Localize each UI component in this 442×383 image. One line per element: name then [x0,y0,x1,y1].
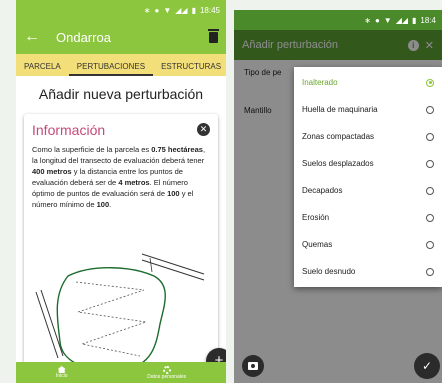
bluetooth-icon: ∗ [143,5,151,15]
back-arrow-icon[interactable]: ← [24,28,46,46]
info-distance-value: 4 metros [118,178,150,187]
info-card-text: Como la superficie de la parcela es 0.75… [32,144,210,210]
app-bar-title: Ondarroa [56,29,111,45]
left-phone-screen: ∗ ● ▼ ◢◢ ▮ 18:45 ← Ondarroa PARCELA PERT… [16,0,226,383]
minus-circle-icon: ● [154,5,160,15]
radio-icon [426,186,434,195]
option-label: Inalterado [302,78,338,87]
tab-perturbaciones[interactable]: PERTUBACIONES [68,62,154,76]
option-label: Decapados [302,186,343,195]
radio-icon [426,159,434,168]
tab-bar: PARCELA PERTUBACIONES ESTRUCTURAS [16,54,226,76]
wifi-icon: ▼ [383,15,392,25]
perturbation-type-dropdown: Inalterado Huella de maquinaria Zonas co… [294,67,442,287]
bottom-navigation: Inicio Datos personales [16,362,226,383]
right-phone-screen: ∗ ● ▼ ◢◢ ▮ 18:4 Añadir perturbación i ✕ … [234,10,442,383]
confirm-button[interactable]: ✓ [414,353,440,379]
battery-icon: ▮ [412,15,417,25]
option-label: Quemas [302,240,333,249]
info-card-title: Información [32,122,106,138]
trash-icon[interactable] [208,28,219,43]
radio-selected-icon [426,78,434,87]
minus-circle-icon: ● [374,15,380,25]
camera-button[interactable] [242,355,264,377]
tab-parcela[interactable]: PARCELA [16,62,69,76]
transect-map-illustration [35,253,205,372]
wifi-icon: ▼ [163,5,172,15]
radio-icon [426,240,434,249]
info-text-part: Como la superficie de la parcela es [32,145,152,154]
radio-icon [426,132,434,141]
dropdown-option[interactable]: Suelo desnudo [294,258,442,285]
dropdown-option[interactable]: Zonas compactadas [294,123,442,150]
option-label: Zonas compactadas [302,132,375,141]
info-text-part: . [109,200,112,209]
info-optimal-points-value: 100 [167,189,180,198]
app-bar: ← Ondarroa [16,20,226,54]
dropdown-option[interactable]: Inalterado [294,69,442,96]
battery-icon: ▮ [191,5,196,15]
radio-icon [426,267,434,276]
option-label: Suelo desnudo [302,267,356,276]
status-bar: ∗ ● ▼ ◢◢ ▮ 18:45 [16,0,226,20]
nav-label-datos-personales: Datos personales [147,373,187,380]
dropdown-option[interactable]: Decapados [294,177,442,204]
bluetooth-icon: ∗ [364,15,371,25]
dropdown-option[interactable]: Huella de maquinaria [294,96,442,123]
status-time: 18:45 [199,5,220,15]
screenshot-stage: ∗ ● ▼ ◢◢ ▮ 18:45 ← Ondarroa PARCELA PERT… [0,0,442,383]
option-label: Suelos desplazados [302,159,374,168]
camera-icon [248,362,258,370]
nav-item-datos-personales[interactable]: Datos personales [147,365,187,380]
info-area-value: 0.75 hectáreas [151,145,203,154]
dropdown-option[interactable]: Erosión [294,204,442,231]
option-label: Erosión [302,213,330,222]
dropdown-option[interactable]: Quemas [294,231,442,258]
info-length-value: 400 metros [32,167,72,176]
radio-icon [426,105,434,114]
signal-icon: ◢◢ [175,5,188,15]
gear-icon [162,365,171,374]
radio-icon [426,213,434,222]
nav-item-inicio[interactable]: Inicio [56,366,68,379]
signal-icon: ◢◢ [395,15,409,25]
dropdown-option[interactable]: Suelos desplazados [294,150,442,177]
info-card: Información ✕ Como la superficie de la p… [24,114,218,383]
status-bar: ∗ ● ▼ ◢◢ ▮ 18:4 [234,10,442,30]
status-time: 18:4 [420,15,436,25]
home-icon [57,366,66,373]
option-label: Huella de maquinaria [302,105,378,114]
close-circle-icon[interactable]: ✕ [197,123,210,136]
info-min-points-value: 100 [96,200,110,209]
tab-estructuras[interactable]: ESTRUCTURAS [153,62,226,76]
page-title: Añadir nueva perturbación [38,86,204,102]
nav-label-inicio: Inicio [55,373,68,379]
